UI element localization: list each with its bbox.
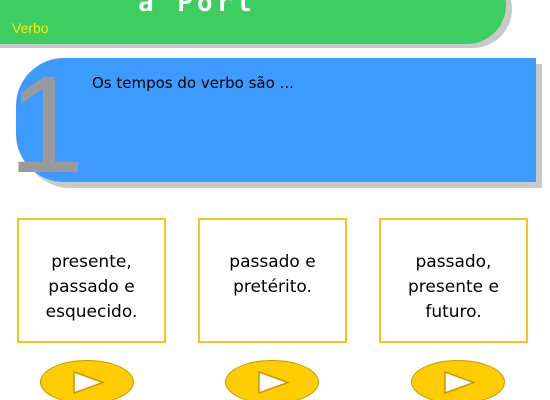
answer-option-3-text: passado, presente e futuro. <box>408 252 499 322</box>
question-text: Os tempos do verbo são ... <box>92 74 294 92</box>
header-subtitle: Verbo <box>12 20 49 36</box>
header-title: a Port <box>138 0 256 18</box>
answer-option-1-text: presente, passado e esquecido. <box>45 252 138 322</box>
play-button-1[interactable] <box>40 360 134 400</box>
play-icon <box>258 370 291 395</box>
play-button-3[interactable] <box>411 360 505 400</box>
question-number: 1 <box>8 48 85 202</box>
answer-option-3[interactable]: passado, presente e futuro. <box>379 218 528 343</box>
play-icon <box>73 370 106 395</box>
answer-option-1[interactable]: presente, passado e esquecido. <box>17 218 166 343</box>
play-button-2[interactable] <box>225 360 319 400</box>
play-icon <box>444 370 477 395</box>
answer-option-2[interactable]: passado e pretérito. <box>198 218 347 343</box>
answer-option-2-text: passado e pretérito. <box>229 252 316 297</box>
